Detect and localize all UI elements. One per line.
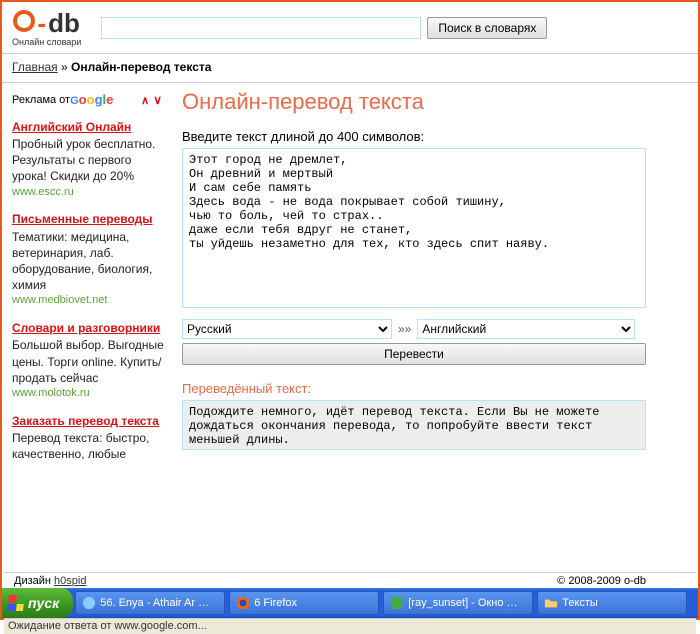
ad-desc: Пробный урок бесплатно. Результаты с пер… — [12, 136, 166, 185]
ad-url: www.molotok.ru — [12, 386, 166, 401]
ad-title[interactable]: Заказать перевод текста — [12, 413, 166, 429]
breadcrumb-home[interactable]: Главная — [12, 60, 58, 74]
ad-url: www.medbiovet.net — [12, 293, 166, 308]
ad-item: Заказать перевод текста Перевод текста: … — [12, 413, 166, 463]
translate-button[interactable]: Перевести — [182, 343, 646, 365]
ad-title[interactable]: Словари и разговорники — [12, 320, 166, 336]
ad-title[interactable]: Английский Онлайн — [12, 119, 166, 135]
source-text[interactable]: Этот город не дремлет, Он древний и мерт… — [182, 148, 646, 308]
lang-from-select[interactable]: Русский — [182, 319, 392, 339]
ads-next-icon[interactable]: ∨ — [153, 93, 166, 107]
ad-item: Письменные переводы Тематики: медицина, … — [12, 211, 166, 308]
taskbar-item[interactable]: Тексты — [537, 591, 687, 615]
ad-item: Английский Онлайн Пробный урок бесплатно… — [12, 119, 166, 200]
ad-desc: Перевод текста: быстро, качественно, люб… — [12, 430, 166, 462]
footer-design: Дизайн h0spid — [14, 575, 86, 587]
designer-link[interactable]: h0spid — [54, 575, 86, 587]
breadcrumb-current: Онлайн-перевод текста — [71, 60, 211, 74]
breadcrumb: Главная » Онлайн-перевод текста — [2, 58, 698, 80]
logo-subtitle: Онлайн словари — [12, 37, 81, 47]
footer-copyright: © 2008-2009 o-db — [557, 575, 646, 587]
ads-label: Реклама от — [12, 93, 70, 108]
taskbar: пуск 56. Enya - Athair Ar … 6 Firefox [r… — [2, 588, 698, 618]
logo[interactable]: - d b Онлайн словари — [12, 8, 81, 47]
ad-title[interactable]: Письменные переводы — [12, 211, 166, 227]
ad-url: www.escc.ru — [12, 185, 166, 200]
logo-o-icon — [13, 10, 35, 32]
doc-icon — [390, 596, 404, 610]
ad-desc: Тематики: медицина, ветеринария, лаб. об… — [12, 229, 166, 294]
start-button[interactable]: пуск — [2, 588, 73, 618]
ad-item: Словари и разговорники Большой выбор. Вы… — [12, 320, 166, 401]
page-title: Онлайн-перевод текста — [182, 89, 688, 115]
ads-prev-icon[interactable]: ∧ — [141, 95, 153, 107]
search-button[interactable]: Поиск в словарях — [427, 17, 547, 39]
lang-to-select[interactable]: Английский — [417, 319, 635, 339]
lang-arrow-icon: »» — [392, 322, 417, 336]
windows-icon — [7, 595, 25, 611]
google-logo: Google — [70, 91, 113, 109]
input-label: Введите текст длиной до 400 символов: — [182, 129, 688, 144]
browser-status: Ожидание ответа от www.google.com... — [4, 618, 696, 634]
firefox-icon — [236, 596, 250, 610]
taskbar-item[interactable]: 6 Firefox — [229, 591, 379, 615]
output-label: Переведённый текст: — [182, 381, 688, 396]
search-input[interactable] — [101, 17, 421, 39]
ad-desc: Большой выбор. Выгодные цены. Торги onli… — [12, 337, 166, 386]
taskbar-item[interactable]: 56. Enya - Athair Ar … — [75, 591, 225, 615]
taskbar-item[interactable]: [ray_sunset] - Окно … — [383, 591, 533, 615]
folder-icon — [544, 596, 558, 610]
translated-text[interactable]: Подождите немного, идёт перевод текста. … — [182, 400, 646, 450]
music-icon — [82, 596, 96, 610]
